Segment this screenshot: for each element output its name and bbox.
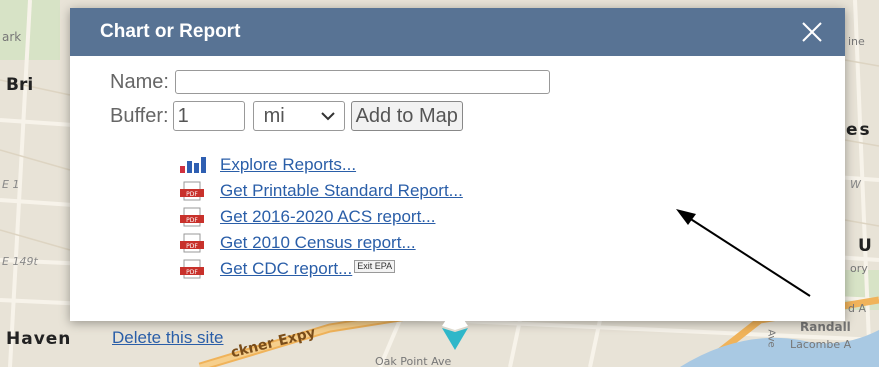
pdf-icon: PDF [178, 180, 210, 202]
name-input[interactable] [174, 70, 550, 94]
buffer-label: Buffer: [110, 104, 169, 127]
dialog-header: Chart or Report [70, 8, 845, 56]
close-button[interactable] [797, 17, 827, 47]
svg-text:PDF: PDF [186, 217, 198, 224]
link-row-explore: Explore Reports... [178, 152, 463, 178]
map-label-ark: ark [2, 30, 22, 44]
name-label: Name: [110, 70, 169, 93]
link-row-cdc: PDF Get CDC report... Exit EPA [178, 256, 463, 282]
cdc-report-link[interactable]: Get CDC report... [220, 259, 352, 279]
map-label-lacombe: Lacombe A [790, 338, 852, 351]
map-pin[interactable] [440, 306, 470, 354]
map-label-oak-point: Oak Point Ave [375, 355, 452, 367]
pdf-icon: PDF [178, 232, 210, 254]
link-row-census: PDF Get 2010 Census report... [178, 230, 463, 256]
map-label-bri: Bri [6, 75, 34, 95]
close-icon [802, 22, 822, 42]
chart-or-report-dialog: Chart or Report Name: Buffer: mi Add to … [70, 8, 845, 347]
standard-report-link[interactable]: Get Printable Standard Report... [220, 181, 463, 201]
explore-reports-link[interactable]: Explore Reports... [220, 155, 356, 175]
unit-select[interactable]: mi [252, 101, 345, 131]
pdf-icon: PDF [178, 258, 210, 280]
map-label-randall: Randall [800, 320, 851, 334]
map-label-e1: E 1 [2, 178, 20, 191]
map-label-haven: Haven [6, 329, 72, 349]
pdf-icon: PDF [178, 206, 210, 228]
link-row-acs: PDF Get 2016-2020 ACS report... [178, 204, 463, 230]
name-row: Name: [110, 66, 845, 98]
acs-report-link[interactable]: Get 2016-2020 ACS report... [220, 207, 435, 227]
svg-text:PDF: PDF [186, 191, 198, 198]
report-links: Explore Reports... PDF Get Printable Sta… [178, 152, 463, 282]
map-label-ory: ory [850, 262, 868, 275]
exit-epa-badge: Exit EPA [354, 260, 396, 273]
map-label-es: es [846, 120, 872, 140]
map-label-ine: ine [848, 35, 865, 48]
map-label-da: d A [848, 302, 867, 315]
dialog-body: Name: Buffer: mi Add to Map [70, 56, 845, 347]
map-label-e149: E 149t [2, 255, 38, 268]
svg-text:PDF: PDF [186, 243, 198, 250]
chevron-down-icon [320, 112, 335, 121]
add-to-map-button[interactable]: Add to Map [350, 101, 463, 131]
census-report-link[interactable]: Get 2010 Census report... [220, 233, 416, 253]
bar-chart-icon [178, 154, 210, 176]
unit-select-value: mi [263, 104, 285, 127]
buffer-input[interactable] [172, 101, 245, 131]
map-label-u: U [858, 236, 872, 256]
delete-site-link[interactable]: Delete this site [112, 328, 224, 348]
map-label-w: W [850, 178, 861, 191]
location-pin-icon [442, 306, 468, 350]
map-label-ave: Ave [765, 329, 777, 348]
link-row-standard: PDF Get Printable Standard Report... [178, 178, 463, 204]
buffer-row: Buffer: mi Add to Map [110, 100, 845, 132]
dialog-title: Chart or Report [100, 21, 241, 42]
svg-text:PDF: PDF [186, 269, 198, 276]
